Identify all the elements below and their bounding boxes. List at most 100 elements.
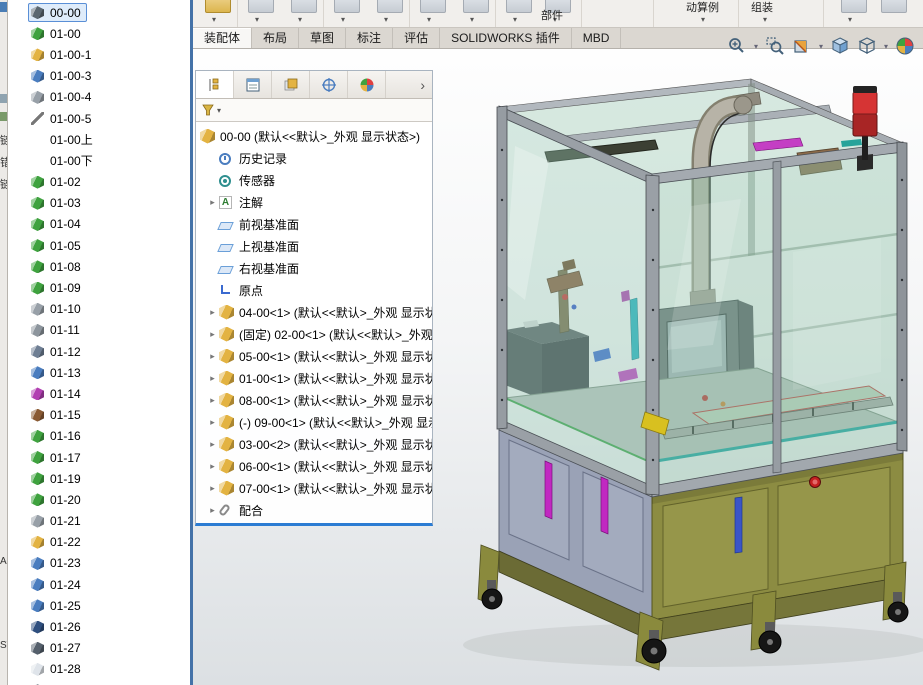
commandmanager-tab[interactable]: 布局 — [252, 28, 299, 48]
part-list-item[interactable]: 01-21 — [8, 511, 190, 532]
ribbon-label-fragment[interactable]: 部件 — [541, 7, 563, 23]
part-list-item[interactable]: 01-16 — [8, 426, 190, 447]
expand-arrow-icon[interactable]: ▸ — [206, 483, 219, 494]
part-list-item[interactable]: 01-20 — [8, 489, 190, 510]
feature-tree-item[interactable]: 历史记录 — [196, 147, 432, 169]
part-list-item[interactable]: 01-23 — [8, 553, 190, 574]
part-list-item[interactable]: 01-00-4 — [8, 87, 190, 108]
expand-arrow-icon[interactable]: ▸ — [206, 197, 219, 208]
part-list-item[interactable]: 01-02 — [8, 172, 190, 193]
part-list-item[interactable]: 01-09 — [8, 277, 190, 298]
ribbon-button-partial[interactable] — [420, 0, 446, 13]
commandmanager-tab[interactable]: SOLIDWORKS 插件 — [440, 28, 572, 48]
feature-tree-item[interactable]: ▸ 07-00<1> (默认<<默认>_外观 显示状态>) — [196, 477, 432, 499]
part-list-item[interactable]: 01-04 — [8, 214, 190, 235]
expand-arrow-icon[interactable]: ▸ — [206, 505, 219, 516]
part-list-item[interactable]: 01-13 — [8, 362, 190, 383]
part-list-item[interactable]: 01-00下 — [8, 150, 190, 171]
commandmanager-tab[interactable]: 草图 — [299, 28, 346, 48]
feature-tree-item[interactable]: 原点 — [196, 279, 432, 301]
part-list-item[interactable]: 01-10 — [8, 299, 190, 320]
dropdown-caret-icon[interactable] — [884, 42, 888, 51]
feature-tree-item[interactable]: 前视基准面 — [196, 213, 432, 235]
expand-arrow-icon[interactable]: ▸ — [206, 395, 219, 406]
ribbon-button-partial[interactable] — [841, 0, 867, 13]
feature-tree-item[interactable]: ▸ 03-00<2> (默认<<默认>_外观 显示状态>) — [196, 433, 432, 455]
part-list-item[interactable]: 01-17 — [8, 447, 190, 468]
part-list-item[interactable]: 01-00 — [8, 23, 190, 44]
ribbon-button-partial[interactable] — [463, 0, 489, 13]
tab-featuremanager[interactable] — [196, 71, 234, 98]
part-list-item[interactable]: 01-05 — [8, 235, 190, 256]
zoom-to-fit-icon[interactable] — [727, 36, 747, 56]
dropdown-caret-icon[interactable] — [848, 15, 852, 25]
part-list-item[interactable]: 01-29 — [8, 680, 190, 685]
panel-expand-chevron[interactable] — [413, 71, 432, 98]
ribbon-label-fragment[interactable]: 组装 — [751, 0, 773, 15]
part-list-item[interactable]: 01-14 — [8, 383, 190, 404]
feature-tree-item[interactable]: 传感器 — [196, 169, 432, 191]
panel-splitter[interactable] — [190, 0, 193, 685]
tab-displaymanager[interactable] — [348, 71, 386, 98]
expand-arrow-icon[interactable]: ▸ — [206, 329, 219, 340]
ribbon-button-partial[interactable] — [205, 0, 231, 13]
ribbon-label-fragment[interactable]: 动算例 — [686, 0, 719, 15]
feature-tree-item[interactable]: ▸ 01-00<1> (默认<<默认>_外观 显示状态>) — [196, 367, 432, 389]
part-list-item[interactable]: 01-22 — [8, 532, 190, 553]
part-list-item[interactable]: 01-26 — [8, 616, 190, 637]
ribbon-button-partial[interactable] — [291, 0, 317, 13]
ribbon-button-partial[interactable] — [377, 0, 403, 13]
feature-tree-item[interactable]: ▸ 注解 — [196, 191, 432, 213]
section-view-icon[interactable] — [792, 36, 812, 56]
commandmanager-tab[interactable]: 装配体 — [193, 28, 252, 48]
dropdown-caret-icon[interactable] — [513, 15, 517, 25]
part-list-item[interactable]: 01-28 — [8, 659, 190, 680]
appearances-icon[interactable] — [895, 36, 915, 56]
part-list-item[interactable]: 01-00-1 — [8, 44, 190, 65]
part-list-item[interactable]: 01-08 — [8, 256, 190, 277]
feature-tree-item[interactable]: 上视基准面 — [196, 235, 432, 257]
dropdown-caret-icon[interactable] — [819, 42, 823, 51]
dropdown-caret-icon[interactable] — [298, 15, 302, 25]
part-list-item[interactable]: 01-19 — [8, 468, 190, 489]
commandmanager-tab[interactable]: MBD — [572, 28, 622, 48]
feature-tree-item[interactable]: 右视基准面 — [196, 257, 432, 279]
feature-tree-item[interactable]: ▸ 08-00<1> (默认<<默认>_外观 显示状态>) — [196, 389, 432, 411]
tab-configurationmanager[interactable] — [272, 71, 310, 98]
feature-tree-item[interactable]: ▸ (-) 09-00<1> (默认<<默认>_外观 显示状态>) — [196, 411, 432, 433]
part-list-item[interactable]: 01-00-3 — [8, 66, 190, 87]
dropdown-caret-icon[interactable] — [701, 15, 705, 25]
tab-propertymanager[interactable] — [234, 71, 272, 98]
part-list-item[interactable]: 01-24 — [8, 574, 190, 595]
feature-tree-item[interactable]: ▸ 配合 — [196, 499, 432, 521]
part-list-item[interactable]: 01-00上 — [8, 129, 190, 150]
ribbon-button-partial[interactable] — [881, 0, 907, 13]
filter-input[interactable] — [227, 103, 427, 117]
part-list-item[interactable]: 01-11 — [8, 320, 190, 341]
commandmanager-tab[interactable]: 评估 — [393, 28, 440, 48]
feature-tree-item[interactable]: 00-00 (默认<<默认>_外观 显示状态>) — [196, 125, 432, 147]
ribbon-button-partial[interactable] — [334, 0, 360, 13]
dropdown-caret-icon[interactable] — [255, 15, 259, 25]
part-list-item[interactable]: 00-00 — [8, 2, 190, 23]
feature-tree-item[interactable]: ▸ (固定) 02-00<1> (默认<<默认>_外观 显示状态>) — [196, 323, 432, 345]
part-list-item[interactable]: 01-27 — [8, 638, 190, 659]
part-list-item[interactable]: 01-00-5 — [8, 108, 190, 129]
dropdown-caret-icon[interactable] — [763, 15, 767, 25]
dropdown-caret-icon[interactable] — [470, 15, 474, 25]
expand-arrow-icon[interactable]: ▸ — [206, 461, 219, 472]
commandmanager-tab[interactable]: 标注 — [346, 28, 393, 48]
part-list-item[interactable]: 01-03 — [8, 193, 190, 214]
zoom-to-area-icon[interactable] — [765, 36, 785, 56]
expand-arrow-icon[interactable]: ▸ — [206, 351, 219, 362]
filter-funnel-icon[interactable] — [201, 103, 221, 117]
expand-arrow-icon[interactable]: ▸ — [206, 417, 219, 428]
part-list-item[interactable]: 01-25 — [8, 595, 190, 616]
feature-tree-item[interactable]: ▸ 06-00<1> (默认<<默认>_外观 显示状态>) — [196, 455, 432, 477]
dropdown-caret-icon[interactable] — [212, 15, 216, 25]
view-orientation-icon[interactable] — [830, 36, 850, 56]
ribbon-button-partial[interactable] — [248, 0, 274, 13]
dropdown-caret-icon[interactable] — [341, 15, 345, 25]
display-style-icon[interactable] — [857, 36, 877, 56]
expand-arrow-icon[interactable]: ▸ — [206, 373, 219, 384]
